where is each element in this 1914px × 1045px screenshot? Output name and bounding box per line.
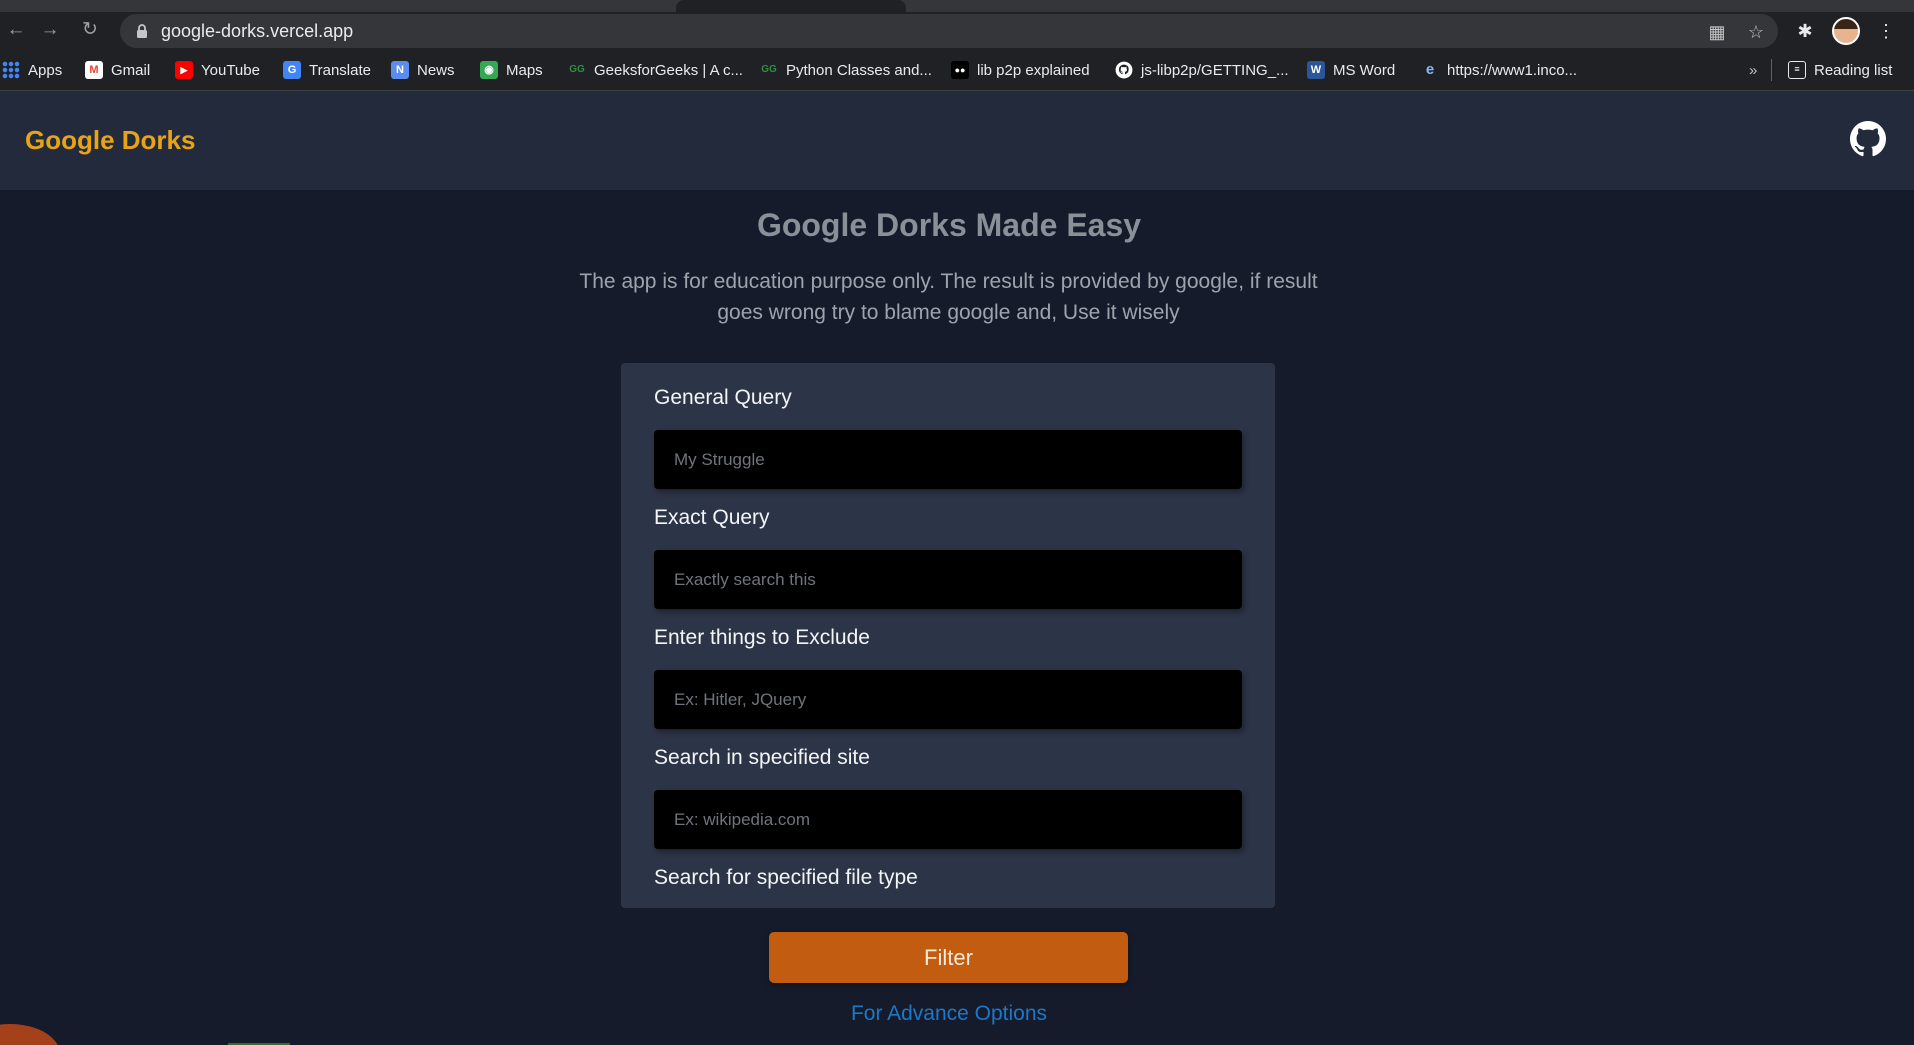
bookmark-maps[interactable]: ◉ Maps [480,49,543,91]
exact-query-label: Exact Query [654,506,770,529]
extensions-icon[interactable]: ✱ [1793,19,1817,43]
general-query-input[interactable] [654,430,1242,489]
maps-icon: ◉ [480,61,498,79]
bookmark-youtube[interactable]: ▶ YouTube [175,49,260,91]
brand-logo-text[interactable]: Google Dorks [25,91,195,190]
bookmark-python-classes[interactable]: GG Python Classes and... [760,49,932,91]
avatar[interactable] [1832,17,1860,45]
bookmark-ms-word[interactable]: W MS Word [1307,49,1395,91]
site-header: Google Dorks [0,91,1914,190]
medium-icon: ●● [951,61,969,79]
browser-toolbar: ← → ↻ google-dorks.vercel.app ▦ ☆ ✱ ⋮ [0,12,1914,49]
reading-list-label: Reading list [1814,61,1893,79]
apps-grid-icon [2,61,20,79]
lock-icon [137,24,147,38]
bookmark-gmail[interactable]: M Gmail [85,49,150,91]
bookmark-inco[interactable]: e https://www1.inco... [1421,49,1577,91]
ie-icon: e [1425,61,1435,78]
bookmark-news[interactable]: N News [391,49,455,91]
tab-strip [0,0,1914,12]
forward-icon[interactable]: → [38,18,62,42]
reload-icon[interactable]: ↻ [78,18,102,42]
exact-query-input[interactable] [654,550,1242,609]
bookmark-label: Apps [28,61,63,79]
bookmark-label: YouTube [201,61,260,79]
bookmark-label: https://www1.inco... [1447,61,1578,79]
github-icon[interactable] [1850,121,1886,157]
bookmark-star-icon[interactable]: ☆ [1745,21,1767,43]
news-icon: N [391,61,409,79]
bookmark-label: Gmail [111,61,151,79]
bookmark-label: MS Word [1333,61,1396,79]
filetype-label: Search for specified file type [654,866,918,889]
geeksforgeeks-icon: GG [569,64,585,75]
bookmark-translate[interactable]: G Translate [283,49,371,91]
site-input[interactable] [654,790,1242,849]
bookmark-label: Translate [309,61,371,79]
install-app-icon[interactable]: ▦ [1706,21,1728,43]
advance-options-link[interactable]: For Advance Options [0,1002,1898,1026]
bookmark-js-libp2p[interactable]: js-libp2p/GETTING_... [1115,49,1289,91]
github-icon [1115,61,1133,79]
exclude-label: Enter things to Exclude [654,626,870,649]
bookmarks-divider [1771,59,1772,81]
more-bookmarks-label: » [1749,61,1758,79]
page-subtitle: The app is for education purpose only. T… [579,270,1318,324]
bookmark-label: lib p2p explained [977,61,1090,79]
gmail-icon: M [85,61,103,79]
active-tab-edge[interactable] [676,0,906,12]
general-query-label: General Query [654,386,792,409]
youtube-icon: ▶ [175,61,193,79]
geeksforgeeks-icon: GG [761,64,777,75]
more-bookmarks-button[interactable]: » [1749,49,1757,91]
page-title: Google Dorks Made Easy [756,207,1142,243]
reading-list-icon: ≡ [1788,61,1806,79]
bookmark-label: News [417,61,455,79]
bookmark-label: Maps [506,61,543,79]
address-bar[interactable]: google-dorks.vercel.app ▦ ☆ [120,14,1778,48]
back-icon[interactable]: ← [4,18,28,42]
decorative-blob [0,1024,60,1045]
reading-list-button[interactable]: ≡ Reading list [1788,49,1892,91]
bookmarks-bar: Apps M Gmail ▶ YouTube G Translate N New… [0,49,1914,91]
bookmark-label: Python Classes and... [786,61,932,79]
translate-icon: G [283,61,301,79]
exclude-input[interactable] [654,670,1242,729]
bookmark-libp2p[interactable]: ●● lib p2p explained [951,49,1090,91]
bookmark-label: js-libp2p/GETTING_... [1141,61,1289,79]
filter-button[interactable]: Filter [769,932,1128,983]
url-text[interactable]: google-dorks.vercel.app [161,14,353,48]
menu-kebab-icon[interactable]: ⋮ [1874,19,1898,43]
bookmark-apps[interactable]: Apps [2,49,62,91]
word-icon: W [1307,61,1325,79]
site-label: Search in specified site [654,746,870,769]
bookmark-geeksforgeeks[interactable]: GG GeeksforGeeks | A c... [568,49,743,91]
query-form-card: General Query Exact Query Enter things t… [621,363,1275,908]
bookmark-label: GeeksforGeeks | A c... [594,61,743,79]
